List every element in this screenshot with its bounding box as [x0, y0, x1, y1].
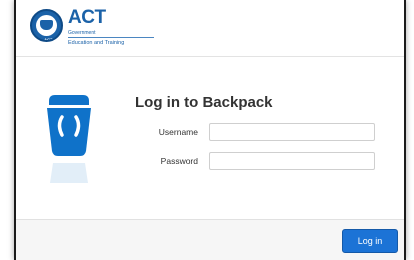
password-input[interactable]: [209, 152, 375, 170]
footer-bar: Log in: [16, 219, 404, 260]
login-title: Log in to Backpack: [135, 94, 273, 111]
logo-subtitle: Government: [68, 30, 96, 36]
login-button[interactable]: Log in: [342, 229, 398, 253]
logo-divider: [68, 37, 154, 38]
act-crest-icon: ACT: [30, 9, 63, 42]
password-row: Password: [135, 152, 375, 172]
username-input[interactable]: [209, 123, 375, 141]
crest-text: ACT: [44, 37, 53, 42]
act-government-logo: ACT ACT Government Education and Trainin…: [30, 7, 160, 49]
logo-title: ACT: [68, 7, 106, 28]
login-content: Log in to Backpack Username Password: [16, 56, 404, 220]
username-label: Username: [158, 127, 198, 137]
header: ACT ACT Government Education and Trainin…: [16, 0, 404, 57]
backpack-icon: [47, 95, 91, 183]
password-label: Password: [160, 156, 198, 166]
username-row: Username: [135, 123, 375, 143]
logo-department: Education and Training: [68, 40, 125, 46]
login-dialog: ACT ACT Government Education and Trainin…: [14, 0, 406, 260]
